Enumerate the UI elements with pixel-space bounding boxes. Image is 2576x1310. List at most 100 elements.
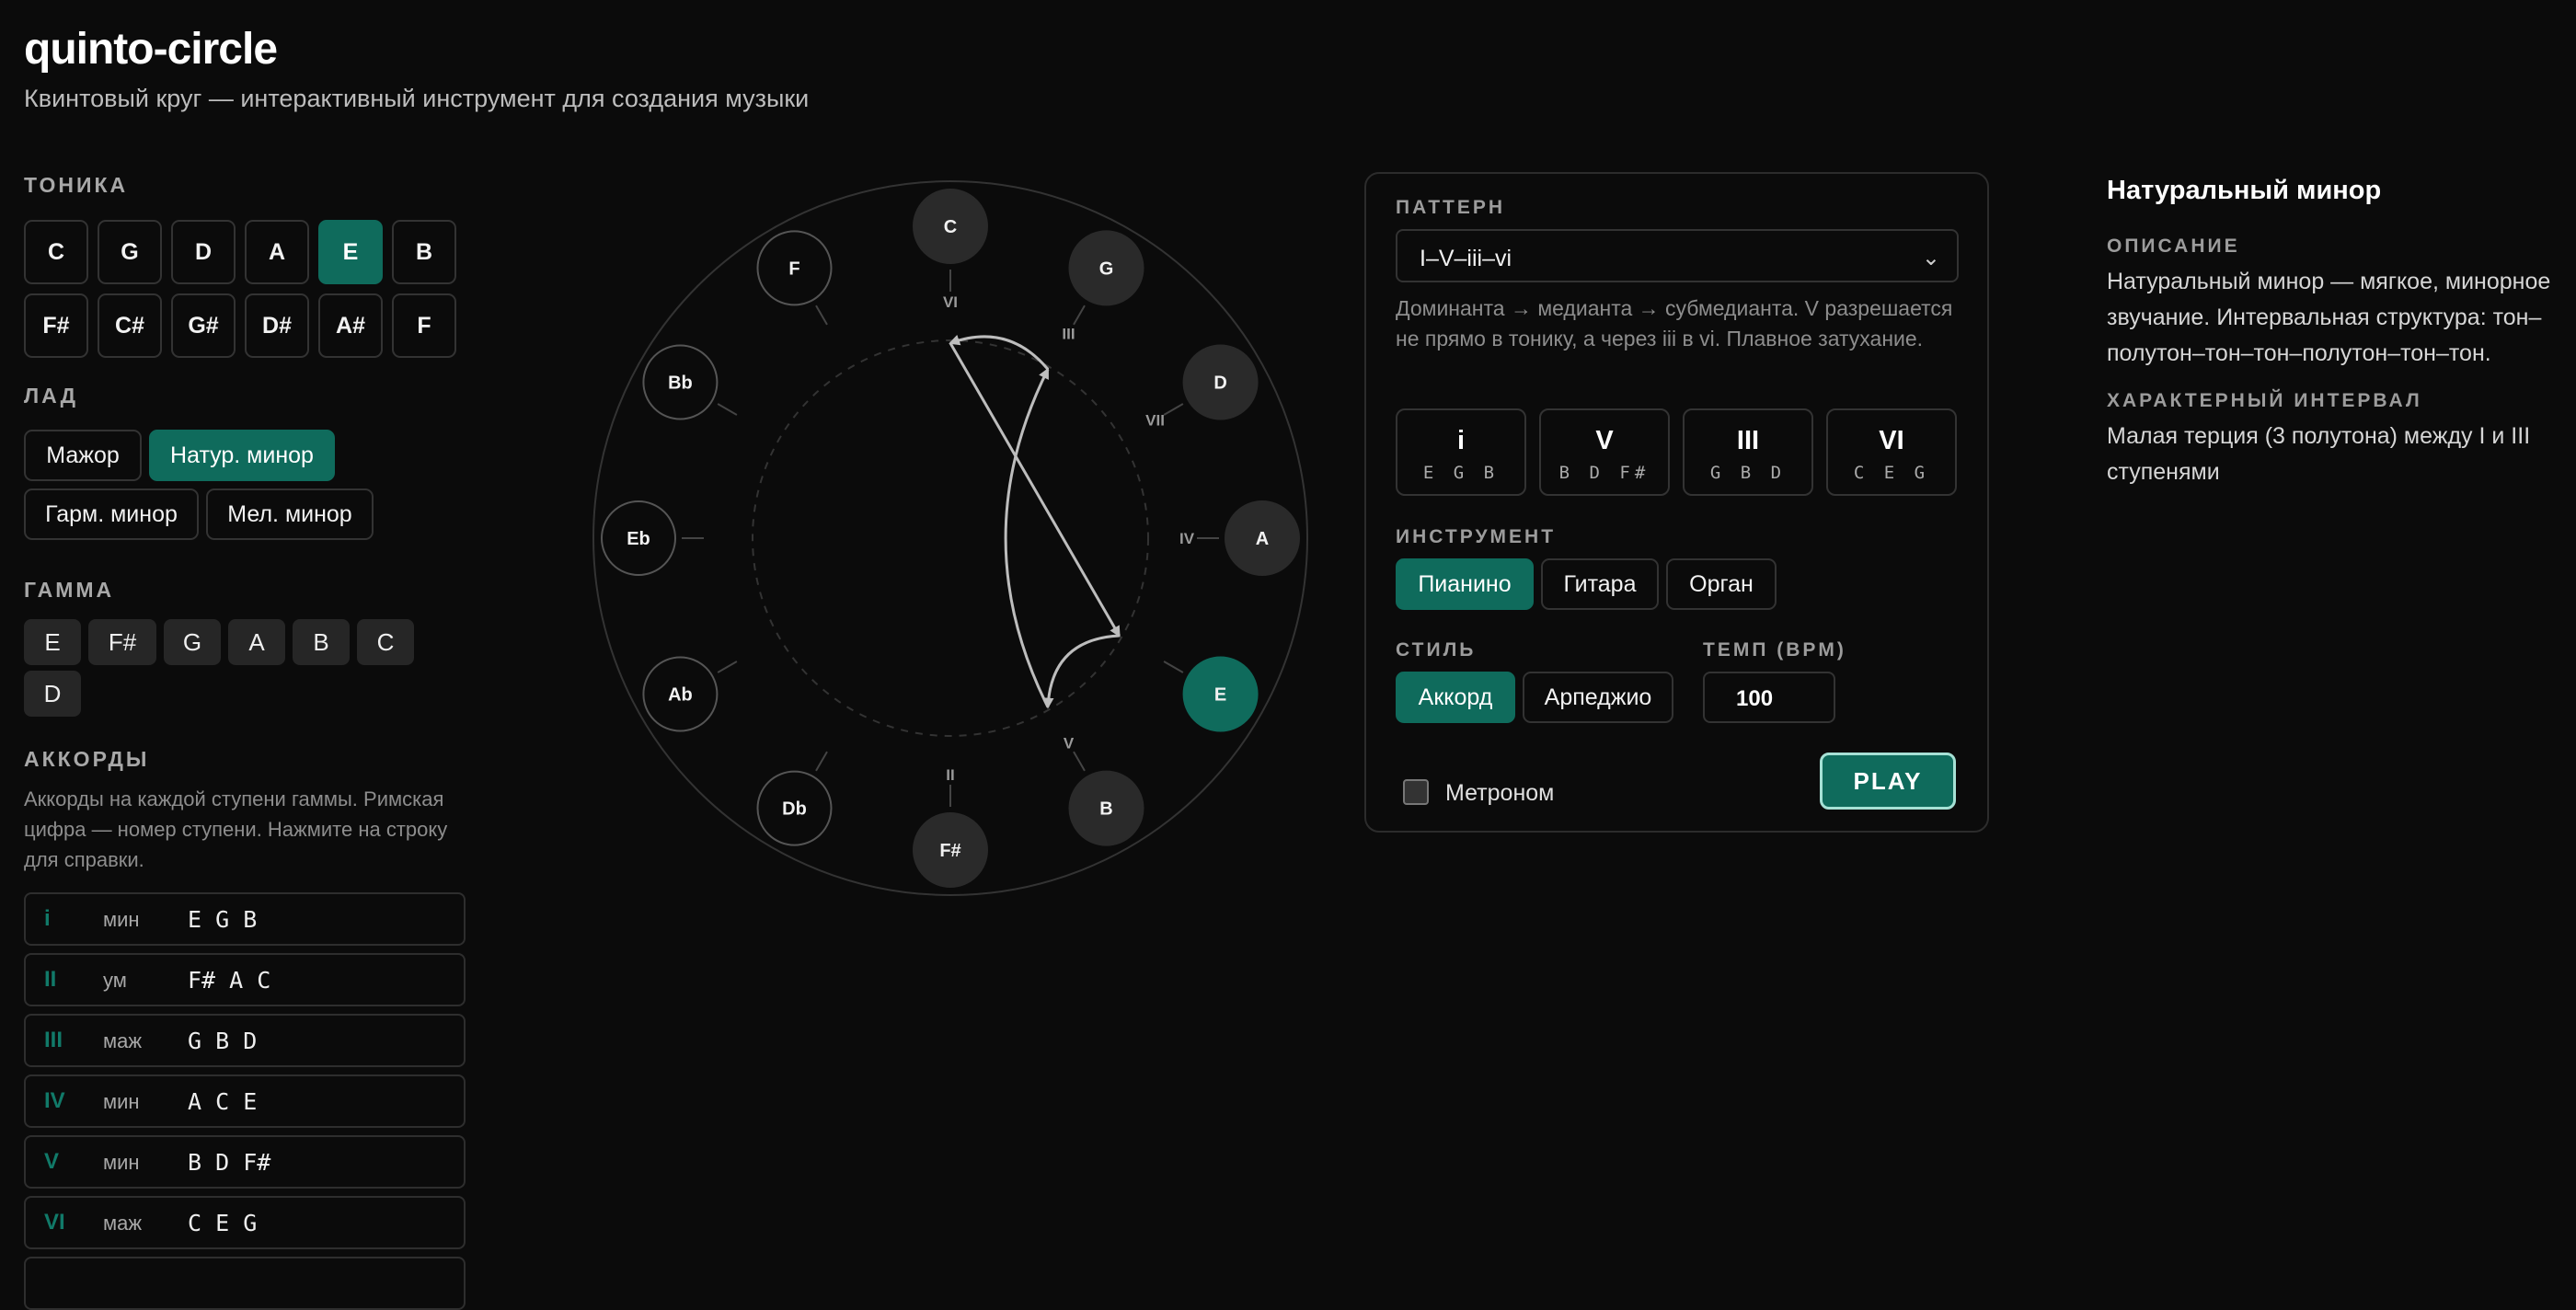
- chord-notes: C E G: [188, 1210, 258, 1236]
- chord-numeral: VI: [44, 1210, 65, 1235]
- mode-button-melodic-minor[interactable]: Мел. минор: [206, 488, 374, 540]
- tonic-button-d-sharp[interactable]: D#: [245, 293, 309, 358]
- tonic-button-d[interactable]: D: [171, 220, 236, 284]
- instrument-button-piano[interactable]: Пианино: [1396, 558, 1534, 610]
- circle-key-e[interactable]: E: [1182, 656, 1259, 732]
- circle-key-eb[interactable]: Eb: [601, 500, 676, 576]
- chord-row[interactable]: IV мин A C E: [24, 1074, 466, 1128]
- card-numeral: V: [1595, 426, 1614, 455]
- chord-numeral: II: [44, 967, 57, 992]
- chevron-down-icon: ⌄: [1921, 246, 1940, 270]
- progression-arrows: [949, 334, 1121, 709]
- tonic-button-c[interactable]: C: [24, 220, 88, 284]
- circle-of-fifths: CGDAEBF#DbAbEbBbF VIIIIVIIIVVII: [592, 180, 1308, 896]
- tonic-button-f[interactable]: F: [392, 293, 456, 358]
- play-button[interactable]: PLAY: [1820, 753, 1956, 810]
- instrument-button-guitar[interactable]: Гитара: [1541, 558, 1659, 610]
- circle-key-f-sharp[interactable]: F#: [913, 812, 988, 888]
- metronome-checkbox[interactable]: [1403, 779, 1429, 805]
- chord-quality: мин: [103, 1090, 140, 1113]
- description-label: ОПИСАНИЕ: [2107, 236, 2240, 257]
- app-subtitle: Квинтовый круг — интерактивный инструмен…: [24, 85, 810, 112]
- chord-quality: ум: [103, 969, 127, 992]
- card-notes: E G B: [1422, 463, 1500, 483]
- tonic-button-f-sharp[interactable]: F#: [24, 293, 88, 358]
- scale-note: D: [24, 671, 81, 717]
- chord-row[interactable]: [24, 1257, 466, 1310]
- circle-degree-label: VII: [1145, 412, 1165, 430]
- chord-numeral: IV: [44, 1088, 65, 1113]
- tonic-button-b[interactable]: B: [392, 220, 456, 284]
- chord-numeral: III: [44, 1028, 63, 1052]
- circle-key-label: B: [1099, 799, 1112, 820]
- circle-key-f[interactable]: F: [756, 230, 833, 306]
- scale-note: E: [24, 619, 81, 665]
- pattern-select[interactable]: I–V–iii–vi ⌄: [1396, 229, 1959, 282]
- tonic-button-a-sharp[interactable]: A#: [318, 293, 383, 358]
- card-numeral: i: [1456, 426, 1466, 455]
- chord-row[interactable]: VI маж C E G: [24, 1196, 466, 1249]
- circle-tick: [717, 661, 738, 673]
- chord-notes: F# A C: [188, 967, 271, 994]
- inner-dashed-ring: [752, 339, 1149, 737]
- circle-key-g[interactable]: G: [1068, 230, 1144, 306]
- card-notes: B D F#: [1558, 463, 1650, 483]
- mode-button-natural-minor[interactable]: Натур. минор: [149, 430, 335, 481]
- mode-button-harmonic-minor[interactable]: Гарм. минор: [24, 488, 199, 540]
- control-panel: ПАТТЕРН I–V–iii–vi ⌄ Доминанта → медиант…: [1364, 172, 1989, 833]
- circle-key-c[interactable]: C: [913, 189, 988, 264]
- circle-degree-label: III: [1062, 325, 1075, 342]
- circle-key-label: E: [1214, 685, 1226, 706]
- style-label: СТИЛЬ: [1396, 639, 1477, 661]
- chord-numeral: i: [44, 906, 51, 931]
- circle-tick: [1163, 661, 1184, 673]
- circle-key-d[interactable]: D: [1182, 344, 1259, 420]
- mode-description: Натуральный минор — мягкое, минорное зву…: [2107, 269, 2551, 366]
- progression-chord-card[interactable]: i E G B: [1396, 408, 1526, 496]
- circle-degree-label: II: [946, 766, 954, 784]
- pattern-description: Доминанта → медианта → субмедианта. V ра…: [1396, 296, 1953, 350]
- scale-note: C: [357, 619, 414, 665]
- circle-key-label: G: [1099, 259, 1114, 279]
- chord-row[interactable]: II ум F# A C: [24, 953, 466, 1006]
- chord-quality: мин: [103, 1151, 140, 1174]
- instrument-button-organ[interactable]: Орган: [1666, 558, 1777, 610]
- circle-key-label: F#: [939, 841, 960, 861]
- chord-row[interactable]: III маж G B D: [24, 1014, 466, 1067]
- progression-arrow: [1004, 367, 1050, 708]
- circle-key-db[interactable]: Db: [756, 770, 833, 846]
- style-button-arpeggio[interactable]: Арпеджио: [1523, 672, 1673, 723]
- chord-row[interactable]: i мин E G B: [24, 892, 466, 946]
- circle-tick: [717, 403, 738, 416]
- progression-chord-card[interactable]: VI C E G: [1826, 408, 1957, 496]
- circle-key-label: F: [788, 259, 799, 279]
- progression-chord-card[interactable]: III G B D: [1683, 408, 1813, 496]
- chords-section-label: АККОРДЫ: [24, 747, 150, 771]
- mode-button-major[interactable]: Мажор: [24, 430, 142, 481]
- instrument-label: ИНСТРУМЕНТ: [1396, 526, 1557, 547]
- tonic-button-a[interactable]: A: [245, 220, 309, 284]
- card-notes: G B D: [1709, 463, 1787, 483]
- circle-key-a[interactable]: A: [1225, 500, 1300, 576]
- chord-row[interactable]: V мин B D F#: [24, 1135, 466, 1189]
- circle-tick: [815, 305, 828, 326]
- tonic-button-g-sharp[interactable]: G#: [171, 293, 236, 358]
- pattern-label: ПАТТЕРН: [1396, 197, 1506, 218]
- circle-key-b[interactable]: B: [1068, 770, 1144, 846]
- pattern-select-value: I–V–iii–vi: [1420, 246, 1512, 271]
- chord-quality: маж: [103, 1029, 143, 1052]
- circle-key-bb[interactable]: Bb: [642, 344, 719, 420]
- style-button-chord[interactable]: Аккорд: [1396, 672, 1515, 723]
- circle-degree-label: V: [1064, 735, 1075, 753]
- circle-key-ab[interactable]: Ab: [642, 656, 719, 732]
- chord-notes: G B D: [188, 1028, 258, 1054]
- circle-key-label: A: [1256, 529, 1269, 549]
- tonic-button-c-sharp[interactable]: C#: [98, 293, 162, 358]
- tonic-button-g[interactable]: G: [98, 220, 162, 284]
- progression-chord-card[interactable]: V B D F#: [1539, 408, 1670, 496]
- circle-degree-label: VI: [943, 293, 958, 311]
- tempo-input[interactable]: 100: [1703, 672, 1835, 723]
- scale-note: G: [164, 619, 221, 665]
- tempo-label: ТЕМП (BPM): [1703, 639, 1846, 661]
- tonic-button-e[interactable]: E: [318, 220, 383, 284]
